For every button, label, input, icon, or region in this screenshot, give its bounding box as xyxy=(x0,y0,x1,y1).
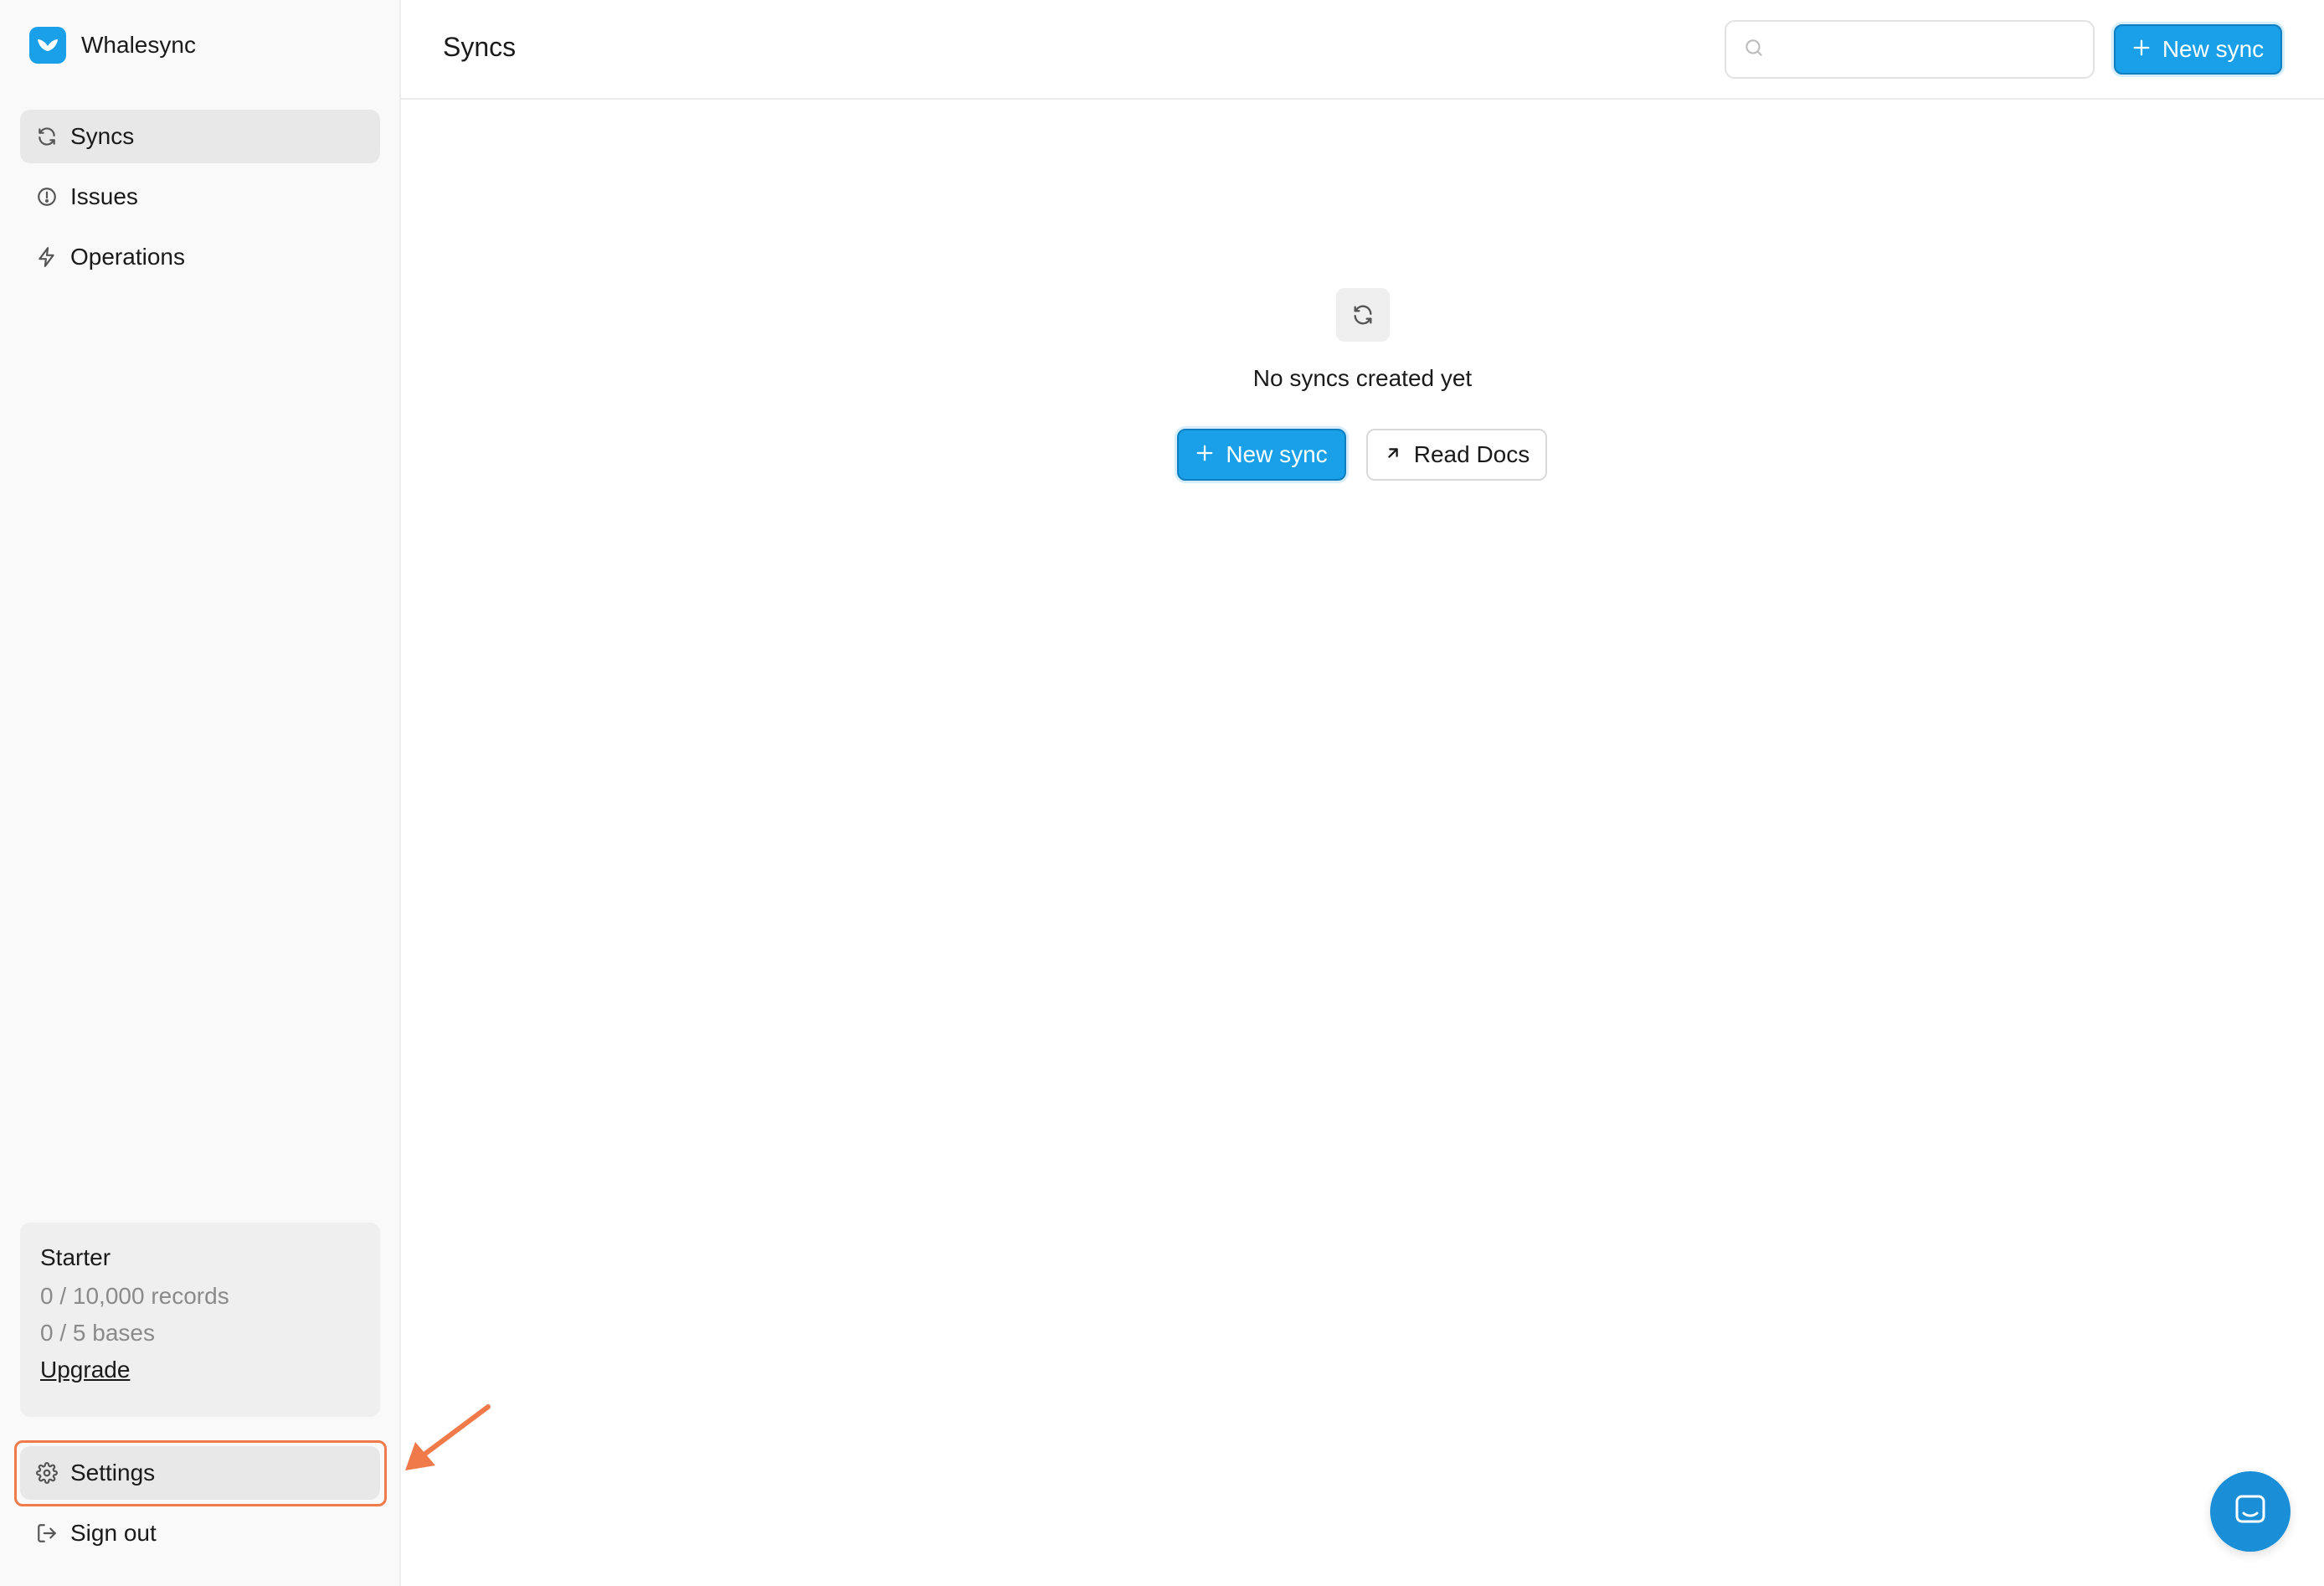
page-title: Syncs xyxy=(443,32,517,62)
sidebar: Whalesync Syncs Issues Operations Starte… xyxy=(0,0,401,1586)
sync-icon xyxy=(1336,288,1390,342)
gear-icon xyxy=(35,1461,59,1485)
sidebar-bottom-nav: Settings Sign out xyxy=(20,1446,380,1567)
sidebar-item-label: Issues xyxy=(70,183,138,209)
new-sync-label: New sync xyxy=(2162,36,2265,62)
top-bar: Syncs New sync xyxy=(401,0,2324,100)
search-input[interactable] xyxy=(1776,36,2078,63)
search-box[interactable] xyxy=(1725,20,2095,79)
plan-records: 0 / 10,000 records xyxy=(40,1283,229,1309)
read-docs-button[interactable]: Read Docs xyxy=(1366,429,1547,481)
sidebar-item-sign-out[interactable]: Sign out xyxy=(20,1506,380,1560)
sidebar-item-label: Sign out xyxy=(70,1520,157,1546)
plan-bases: 0 / 5 bases xyxy=(40,1320,155,1346)
sidebar-item-operations[interactable]: Operations xyxy=(20,230,380,284)
chat-support-button[interactable] xyxy=(2210,1471,2291,1552)
empty-state-message: No syncs created yet xyxy=(1252,365,1473,391)
sidebar-item-label: Operations xyxy=(70,244,185,270)
alert-circle-icon xyxy=(35,185,59,209)
plus-icon xyxy=(2132,36,2151,63)
search-icon xyxy=(1743,37,1765,63)
sidebar-item-settings[interactable]: Settings xyxy=(20,1446,380,1500)
plan-card: Starter 0 / 10,000 records 0 / 5 bases U… xyxy=(20,1223,380,1417)
new-sync-label: New sync xyxy=(1226,441,1328,467)
plus-icon xyxy=(1195,441,1214,468)
arrow-up-right-icon xyxy=(1384,441,1402,468)
sync-icon xyxy=(35,125,59,148)
whale-tail-icon xyxy=(29,27,66,64)
empty-new-sync-button[interactable]: New sync xyxy=(1177,429,1346,481)
sidebar-item-issues[interactable]: Issues xyxy=(20,170,380,224)
read-docs-label: Read Docs xyxy=(1413,441,1530,467)
sign-out-icon xyxy=(35,1522,59,1545)
sidebar-nav: Syncs Issues Operations xyxy=(20,110,380,291)
sidebar-item-label: Syncs xyxy=(70,123,135,149)
brand-name: Whalesync xyxy=(81,32,196,58)
upgrade-link[interactable]: Upgrade xyxy=(40,1357,360,1383)
new-sync-button[interactable]: New sync xyxy=(2114,24,2282,75)
lightning-icon xyxy=(35,245,59,269)
brand[interactable]: Whalesync xyxy=(29,27,196,64)
annotation-arrow-icon xyxy=(405,1404,491,1470)
sidebar-item-syncs[interactable]: Syncs xyxy=(20,110,380,163)
chat-icon xyxy=(2232,1491,2269,1532)
plan-name: Starter xyxy=(40,1244,111,1270)
sidebar-item-label: Settings xyxy=(70,1460,156,1486)
